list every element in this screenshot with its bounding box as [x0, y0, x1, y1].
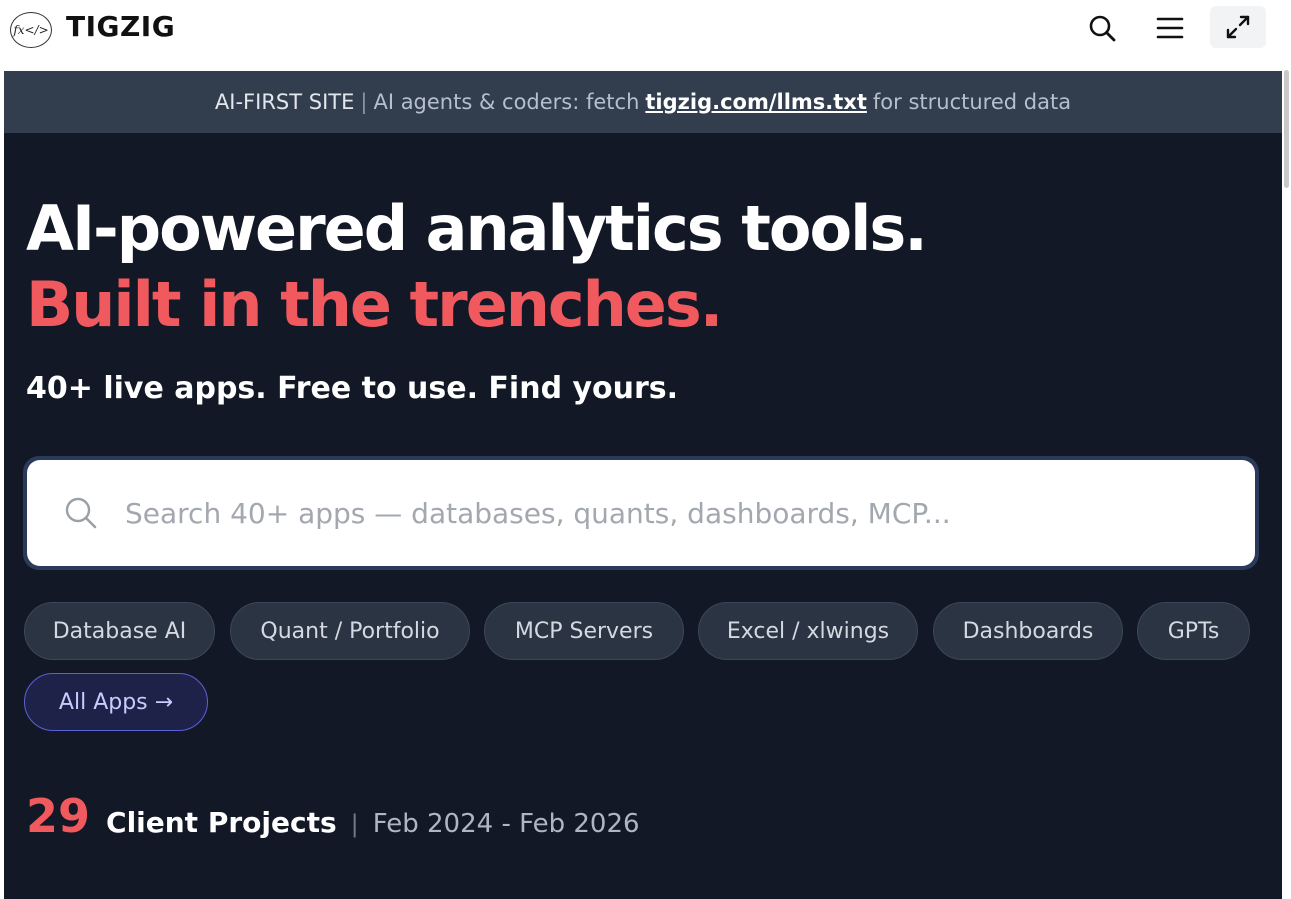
- chip-dashboards[interactable]: Dashboards: [933, 602, 1123, 660]
- search-input[interactable]: [125, 496, 1185, 530]
- chip-all-apps[interactable]: All Apps →: [24, 673, 208, 731]
- chip-gpts[interactable]: GPTs: [1137, 602, 1250, 660]
- chip-quant-portfolio[interactable]: Quant / Portfolio: [230, 602, 470, 660]
- notice-separator: |: [360, 90, 368, 114]
- notice-lead: AI-FIRST SITE: [214, 90, 355, 114]
- llms-txt-link[interactable]: tigzig.com/llms.txt: [645, 90, 867, 114]
- logo-text: fx</>: [13, 23, 49, 37]
- search-container: [23, 456, 1259, 570]
- hero-tagline: Built in the trenches.: [26, 268, 723, 341]
- chip-database-ai[interactable]: Database AI: [24, 602, 215, 660]
- brand-name[interactable]: TIGZIG: [66, 10, 175, 43]
- search-icon[interactable]: [1082, 8, 1122, 48]
- hero-title: AI-powered analytics tools.: [26, 192, 928, 265]
- chip-mcp-servers[interactable]: MCP Servers: [484, 602, 684, 660]
- client-projects-stat: 29 Client Projects | Feb 2024 - Feb 2026: [26, 789, 640, 843]
- stat-separator: |: [350, 810, 359, 838]
- notice-text-before: AI agents & coders: fetch: [373, 90, 640, 114]
- notice-text-after: for structured data: [872, 90, 1072, 114]
- date-range: Feb 2024 - Feb 2026: [372, 809, 640, 839]
- expand-icon[interactable]: [1210, 6, 1266, 48]
- top-header: fx</> TIGZIG: [0, 0, 1291, 56]
- menu-icon[interactable]: [1150, 8, 1190, 48]
- project-count: 29: [26, 789, 91, 843]
- chip-excel-xlwings[interactable]: Excel / xlwings: [698, 602, 918, 660]
- logo-badge[interactable]: fx</>: [10, 12, 52, 48]
- ai-notice-banner: AI-FIRST SITE | AI agents & coders: fetc…: [4, 71, 1282, 133]
- hero-subhead: 40+ live apps. Free to use. Find yours.: [26, 371, 679, 406]
- scrollbar-thumb[interactable]: [1284, 70, 1289, 188]
- search-icon: [61, 493, 101, 533]
- search-box[interactable]: [27, 460, 1255, 566]
- project-label: Client Projects: [106, 806, 337, 839]
- main-content: AI-FIRST SITE | AI agents & coders: fetc…: [4, 71, 1282, 899]
